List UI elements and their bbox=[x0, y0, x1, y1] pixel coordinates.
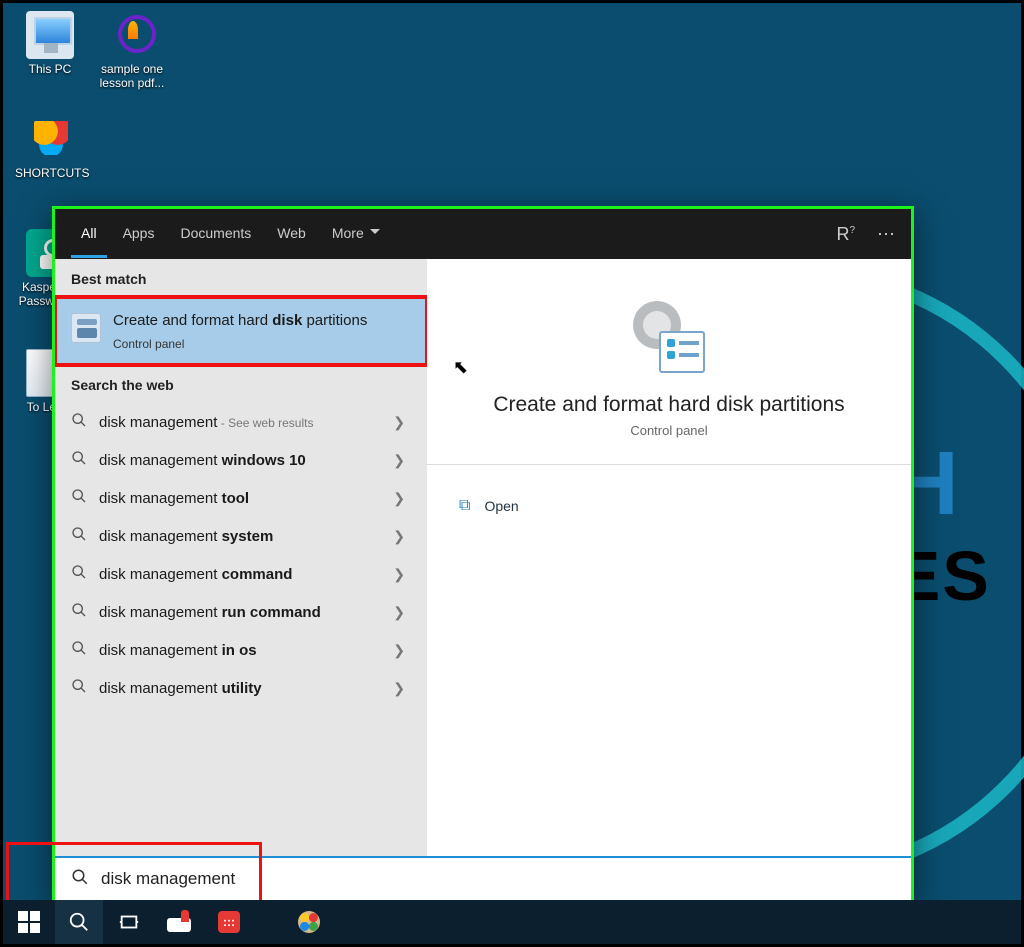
this-pc-icon bbox=[26, 11, 74, 59]
search-icon bbox=[71, 678, 89, 698]
web-result-text: disk management command bbox=[99, 566, 393, 583]
web-result-text: disk management windows 10 bbox=[99, 452, 393, 469]
windows-logo-icon bbox=[18, 911, 40, 933]
search-icon bbox=[71, 488, 89, 508]
search-icon bbox=[71, 602, 89, 622]
desktop-icon-label: This PC bbox=[15, 62, 85, 76]
shortcuts-icon bbox=[26, 115, 74, 163]
chevron-right-icon: ❯ bbox=[393, 642, 411, 659]
action-open-label: Open bbox=[484, 498, 518, 514]
web-result-text: disk management in os bbox=[99, 642, 393, 659]
desktop-icon-this-pc[interactable]: This PC bbox=[15, 11, 85, 76]
section-best-match: Best match bbox=[55, 259, 427, 297]
web-result-1[interactable]: disk management windows 10❯ bbox=[55, 441, 427, 479]
more-options-icon[interactable]: ⋯ bbox=[877, 224, 895, 245]
taskbar-paint-button[interactable] bbox=[155, 900, 203, 944]
tab-web[interactable]: Web bbox=[267, 211, 316, 258]
taskbar-palette-button[interactable] bbox=[285, 900, 333, 944]
section-search-web: Search the web bbox=[55, 365, 427, 403]
chevron-right-icon: ❯ bbox=[393, 566, 411, 583]
search-icon bbox=[71, 450, 89, 470]
chevron-right-icon: ❯ bbox=[393, 490, 411, 507]
web-result-text: disk management tool bbox=[99, 490, 393, 507]
pdf-icon bbox=[108, 11, 156, 59]
open-icon: ⧉ bbox=[459, 497, 470, 515]
chevron-right-icon: ❯ bbox=[393, 528, 411, 545]
taskbar: ::: bbox=[3, 900, 1021, 944]
search-icon bbox=[71, 412, 89, 432]
action-open[interactable]: ⧉ Open bbox=[455, 491, 883, 521]
search-icon bbox=[71, 868, 89, 891]
desktop-icon-label: sample one lesson pdf... bbox=[97, 62, 167, 90]
web-result-6[interactable]: disk management in os❯ bbox=[55, 631, 427, 669]
search-icon bbox=[71, 640, 89, 660]
feedback-icon[interactable]: R? bbox=[831, 224, 855, 245]
search-icon bbox=[68, 911, 90, 933]
chevron-right-icon: ❯ bbox=[393, 452, 411, 469]
search-icon bbox=[71, 526, 89, 546]
best-match-subtitle: Control panel bbox=[113, 337, 367, 351]
detail-app-icon bbox=[633, 301, 705, 373]
web-result-4[interactable]: disk management command❯ bbox=[55, 555, 427, 593]
tab-apps[interactable]: Apps bbox=[113, 211, 165, 258]
desktop-icon-label: SHORTCUTS bbox=[15, 166, 85, 180]
web-result-text: disk management utility bbox=[99, 680, 393, 697]
chevron-right-icon: ❯ bbox=[393, 414, 411, 431]
tab-documents[interactable]: Documents bbox=[170, 211, 261, 258]
detail-title: Create and format hard disk partitions bbox=[455, 393, 883, 417]
paint-icon bbox=[167, 910, 191, 934]
red-app-icon: ::: bbox=[218, 911, 240, 933]
tab-more[interactable]: More bbox=[322, 211, 390, 258]
web-result-5[interactable]: disk management run command❯ bbox=[55, 593, 427, 631]
search-icon bbox=[71, 564, 89, 584]
control-panel-icon bbox=[71, 313, 101, 343]
chevron-right-icon: ❯ bbox=[393, 604, 411, 621]
search-input[interactable] bbox=[101, 869, 895, 889]
detail-subtitle: Control panel bbox=[455, 423, 883, 438]
best-match-title: Create and format hard disk partitions bbox=[113, 311, 367, 331]
taskview-icon bbox=[118, 911, 140, 933]
taskbar-taskview-button[interactable] bbox=[105, 900, 153, 944]
web-result-text: disk management run command bbox=[99, 604, 393, 621]
web-result-3[interactable]: disk management system❯ bbox=[55, 517, 427, 555]
taskbar-app-button[interactable]: ::: bbox=[205, 900, 253, 944]
search-bar[interactable] bbox=[55, 856, 911, 900]
search-tabs: All Apps Documents Web More R? ⋯ bbox=[55, 209, 911, 259]
web-result-text: disk management - See web results bbox=[99, 414, 393, 431]
palette-icon bbox=[298, 911, 320, 933]
desktop-icon-shortcuts[interactable]: SHORTCUTS bbox=[15, 115, 85, 180]
chevron-right-icon: ❯ bbox=[393, 680, 411, 697]
desktop-icon-pdf[interactable]: sample one lesson pdf... bbox=[97, 11, 167, 90]
start-button[interactable] bbox=[5, 900, 53, 944]
start-search-panel: All Apps Documents Web More R? ⋯ Best ma… bbox=[52, 206, 914, 903]
web-result-0[interactable]: disk management - See web results❯ bbox=[55, 403, 427, 441]
web-result-2[interactable]: disk management tool❯ bbox=[55, 479, 427, 517]
best-match-result[interactable]: Create and format hard disk partitions C… bbox=[55, 297, 427, 365]
tab-all[interactable]: All bbox=[71, 211, 107, 258]
web-result-7[interactable]: disk management utility❯ bbox=[55, 669, 427, 707]
taskbar-search-button[interactable] bbox=[55, 900, 103, 944]
web-result-text: disk management system bbox=[99, 528, 393, 545]
